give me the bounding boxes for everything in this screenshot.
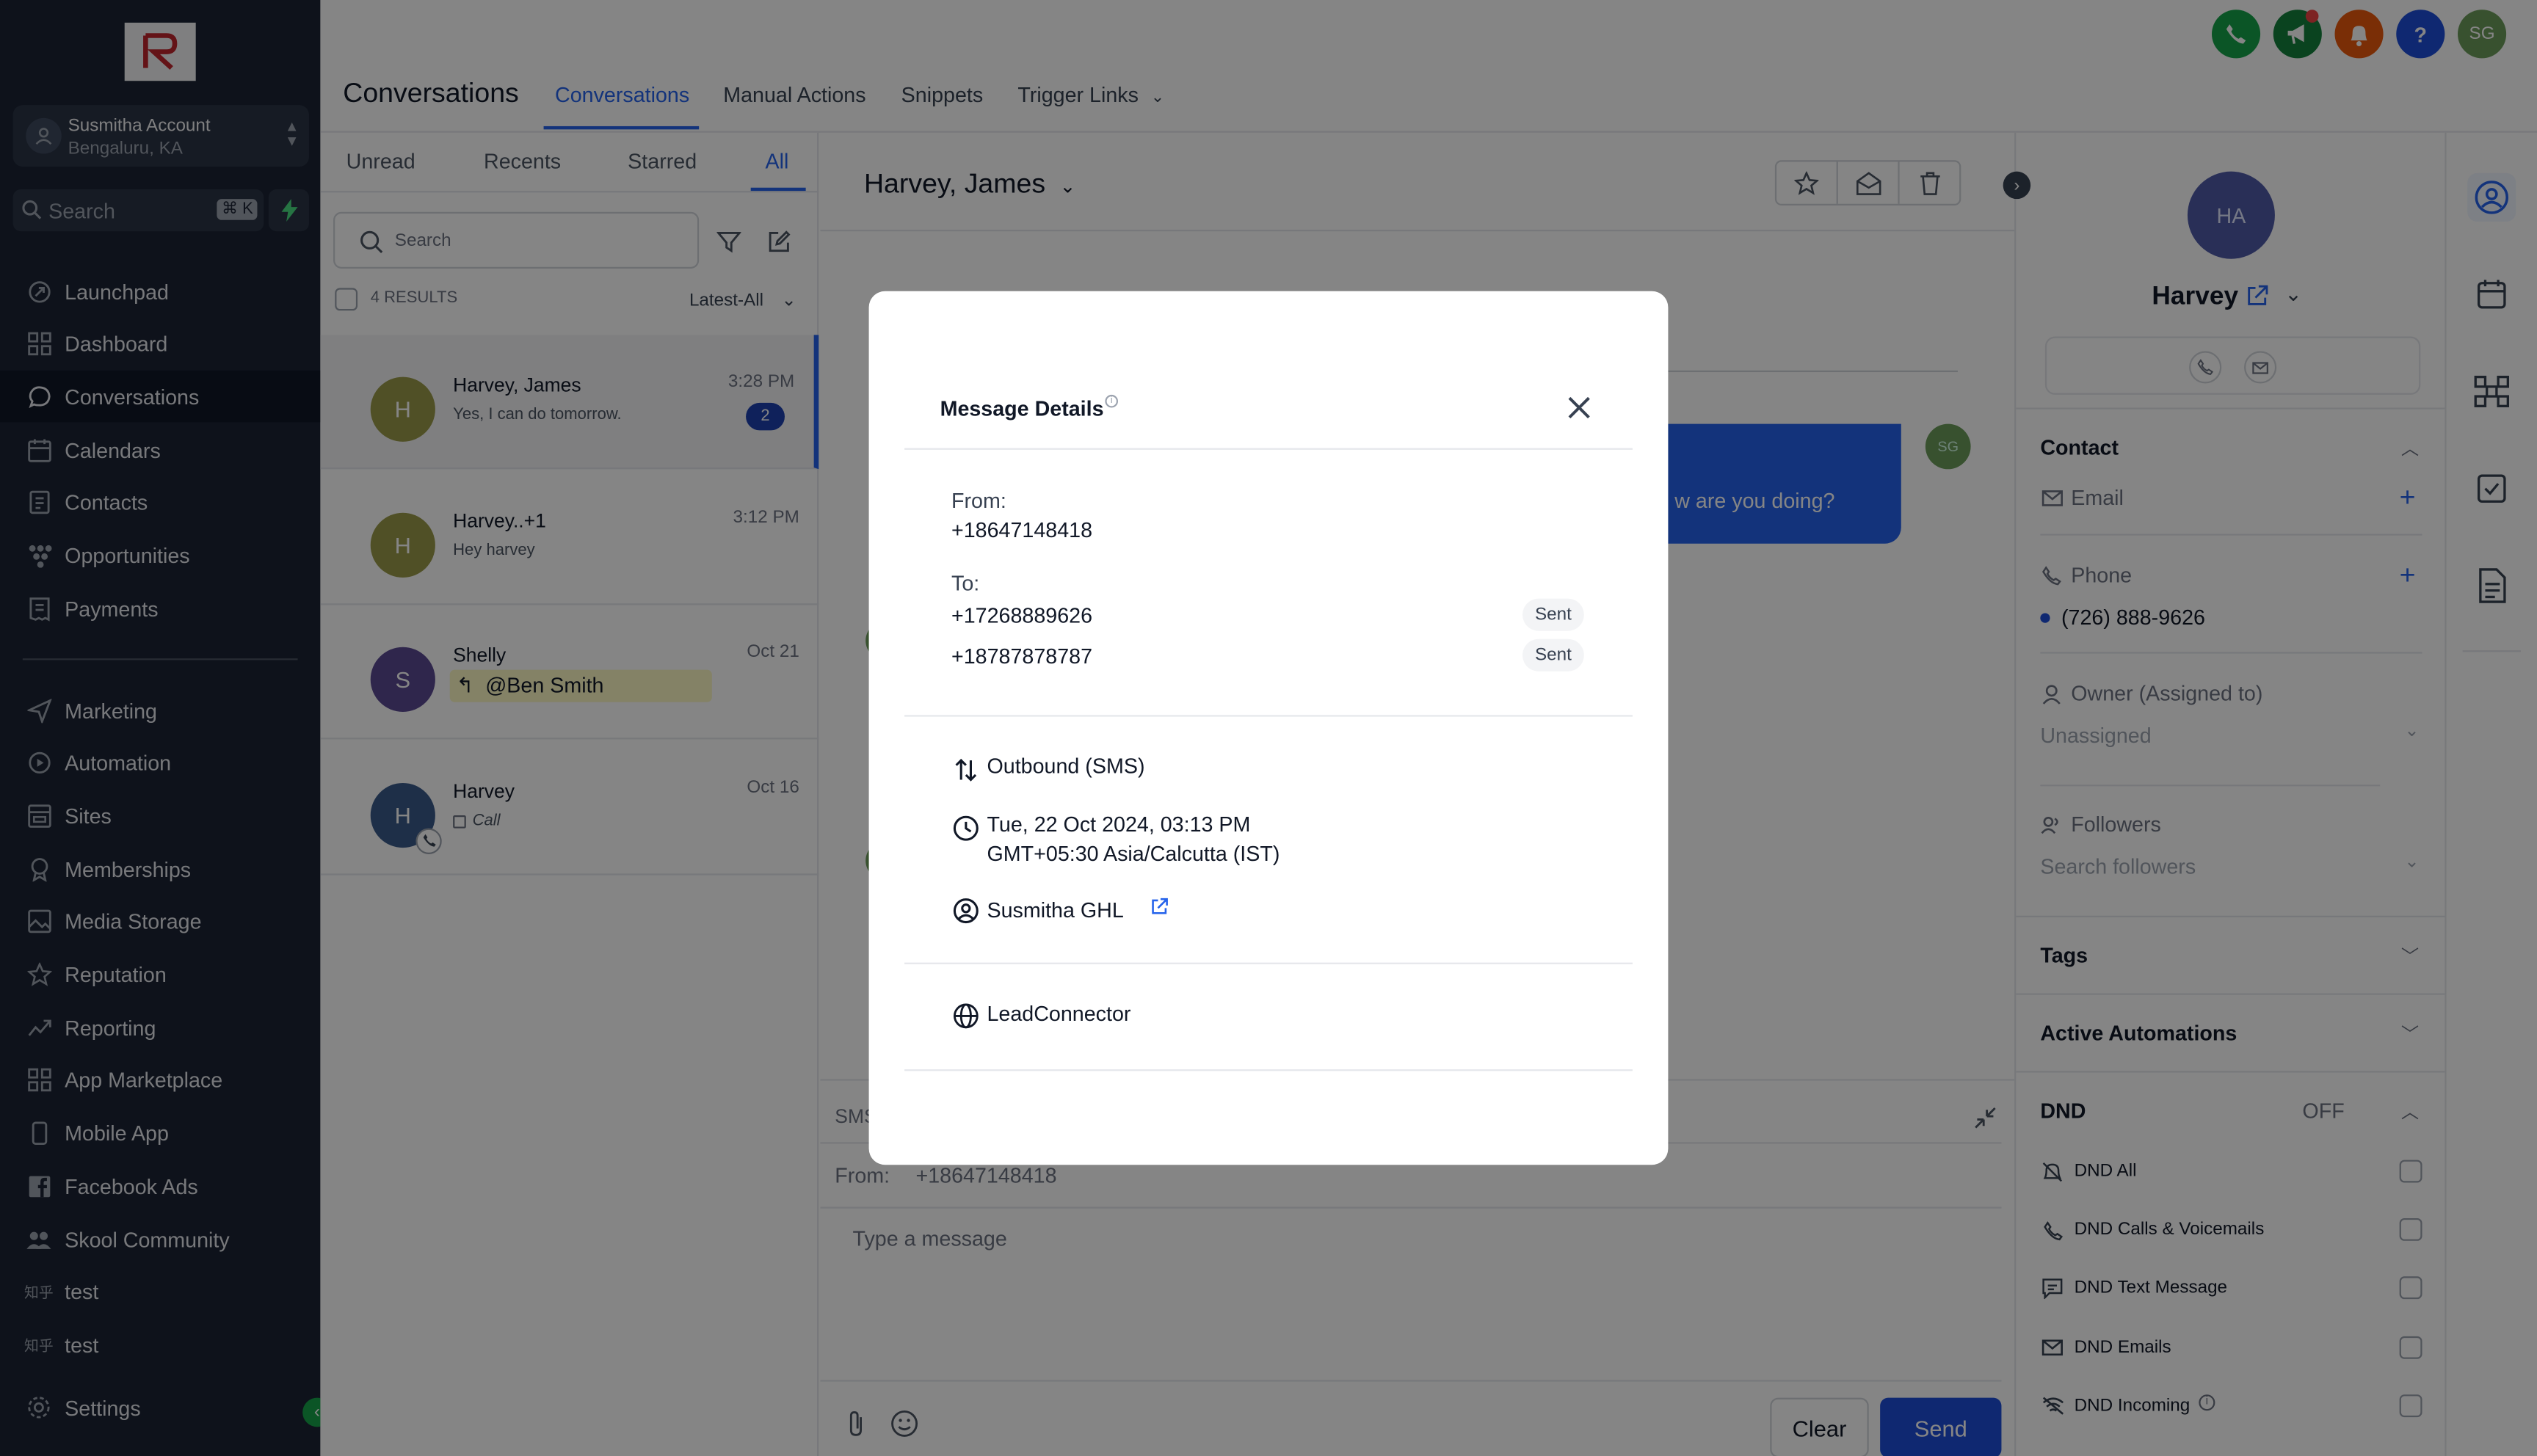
- message-timezone: GMT+05:30 Asia/Calcutta (IST): [987, 841, 1280, 866]
- modal-divider: [904, 715, 1633, 717]
- message-datetime: Tue, 22 Oct 2024, 03:13 PM: [987, 812, 1251, 837]
- close-icon[interactable]: [1564, 393, 1594, 423]
- message-source: LeadConnector: [987, 1001, 1131, 1026]
- globe-icon: [951, 1002, 979, 1029]
- message-direction: Outbound (SMS): [987, 754, 1145, 779]
- info-icon[interactable]: i: [1105, 394, 1119, 408]
- recipient-number: +18787878787: [951, 644, 1093, 669]
- message-sent-by: Susmitha GHL: [987, 898, 1124, 922]
- modal-divider: [904, 962, 1633, 964]
- user-circle-icon: [951, 896, 979, 923]
- modal-divider: [904, 448, 1633, 450]
- external-link-icon[interactable]: [1150, 898, 1168, 915]
- modal-divider: [904, 1069, 1633, 1071]
- from-label: From:: [951, 488, 1006, 513]
- clock-icon: [951, 814, 979, 841]
- status-badge: Sent: [1522, 598, 1584, 631]
- modal-title: Message Details: [940, 396, 1104, 421]
- to-label: To:: [951, 571, 980, 596]
- direction-arrows-icon: [951, 755, 979, 782]
- message-details-modal: Message Details i From: +18647148418 To:…: [868, 291, 1669, 1165]
- from-number: +18647148418: [951, 517, 1093, 542]
- recipient-number: +17268889626: [951, 603, 1093, 628]
- status-badge: Sent: [1522, 638, 1584, 671]
